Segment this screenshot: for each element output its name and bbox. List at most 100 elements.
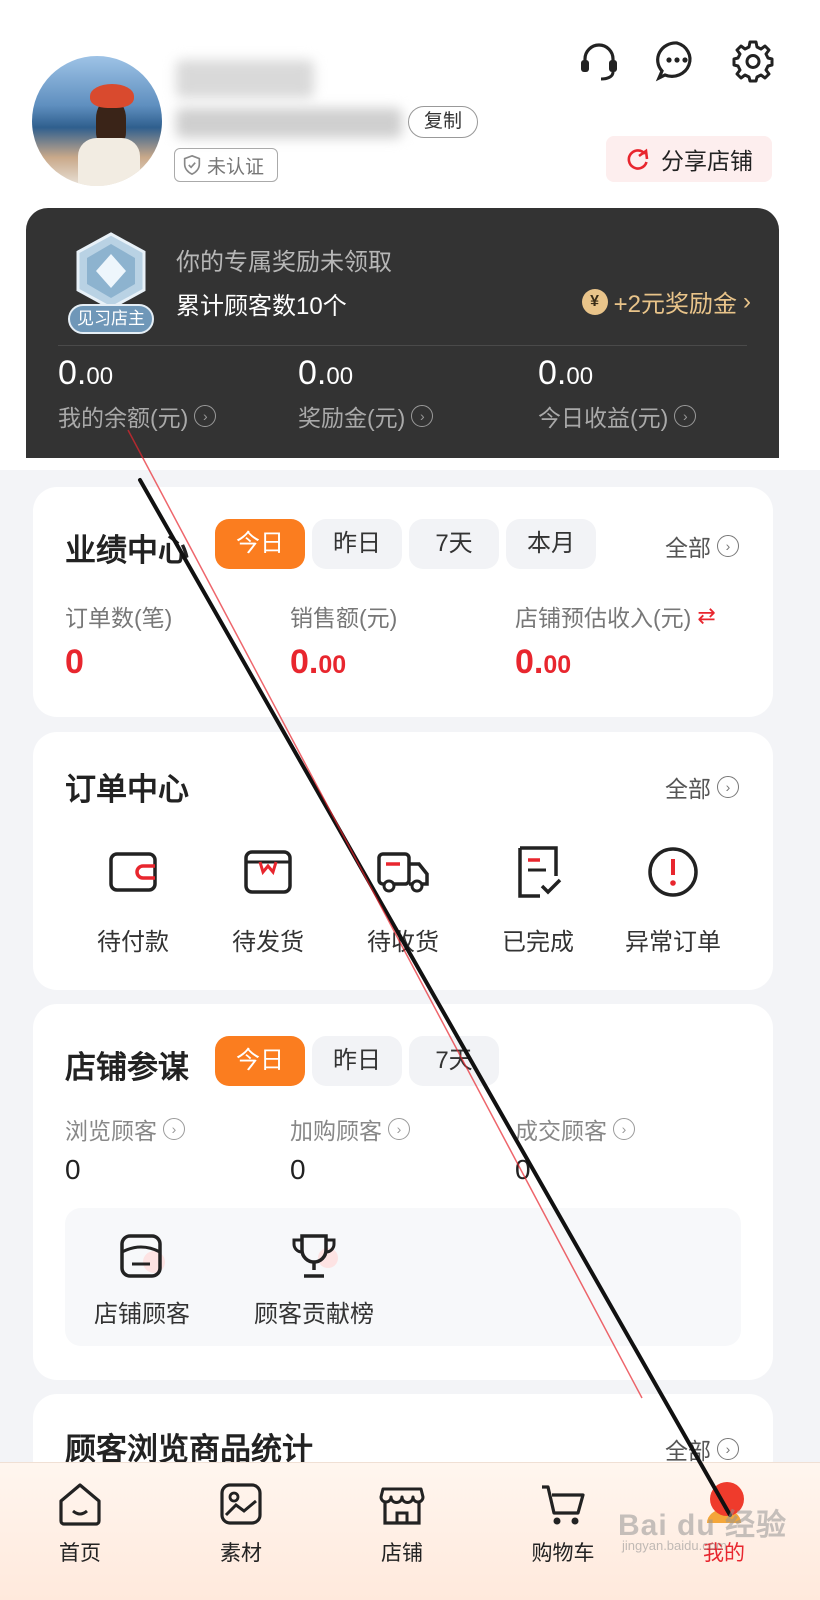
advisor-tab-today[interactable]: 今日 — [215, 1036, 305, 1086]
order-abnormal[interactable]: 异常订单 — [608, 842, 738, 957]
copy-id-button[interactable]: 复制 — [408, 106, 478, 138]
order-pending-payment[interactable]: 待付款 — [68, 842, 198, 957]
chevron-right-icon: › — [163, 1118, 185, 1140]
order-pending-payment-label: 待付款 — [97, 929, 169, 956]
avatar-body — [78, 138, 140, 186]
advisor-tab-yesterday[interactable]: 昨日 — [312, 1036, 402, 1086]
alert-circle-icon — [648, 847, 698, 897]
chevron-right-icon: › — [743, 287, 751, 315]
nav-material[interactable]: 素材 — [181, 1479, 301, 1567]
order-center-title: 订单中心 — [65, 772, 189, 807]
performance-card: 业绩中心 今日 昨日 7天 本月 全部 › 订单数(笔) 销售额(元) 店铺预估收… — [33, 487, 773, 717]
wallet-icon — [109, 852, 157, 892]
reward-subtitle: 你的专属奖励未领取 — [176, 249, 392, 276]
browsing-customers-label[interactable]: 浏览顾客 › — [65, 1112, 185, 1146]
avatar-hat — [90, 84, 134, 108]
chevron-right-icon: › — [717, 535, 739, 557]
yen-coin-icon: ¥ — [581, 288, 608, 315]
order-abnormal-label: 异常订单 — [625, 929, 721, 956]
shopkeeper-medal: 见习店主 — [68, 230, 154, 336]
store-advisor-title: 店铺参谋 — [65, 1050, 189, 1085]
order-pending-shipment-label: 待发货 — [232, 929, 304, 956]
avatar[interactable] — [32, 56, 162, 186]
chevron-right-icon: › — [613, 1118, 635, 1140]
customers-icon — [120, 1234, 165, 1278]
store-customers-shortcut[interactable]: 店铺顾客 — [91, 1228, 193, 1329]
order-center-card: 订单中心 全部 › 待付款 待发货 待收货 已完成 异常订单 — [33, 732, 773, 990]
divider — [58, 345, 747, 346]
browsing-customers-value: 0 — [65, 1154, 81, 1185]
order-count-label: 订单数(笔) — [65, 605, 173, 631]
image-material-icon — [220, 1483, 262, 1525]
store-icon — [379, 1487, 425, 1525]
nav-home[interactable]: 首页 — [20, 1479, 140, 1567]
browse-stats-see-all[interactable]: 全部 › — [665, 1432, 739, 1466]
reward-card[interactable]: 见习店主 你的专属奖励未领取 累计顾客数10个 ¥ +2元奖励金 › 0.00 … — [26, 208, 779, 458]
today-earnings[interactable]: 0.00 今日收益(元) › — [538, 354, 697, 433]
performance-see-all[interactable]: 全部 › — [665, 529, 739, 563]
medal-label: 见习店主 — [68, 304, 154, 334]
nav-home-label: 首页 — [59, 1542, 101, 1565]
bonus-text: +2元奖励金 — [613, 291, 737, 318]
chevron-right-icon: › — [411, 405, 434, 427]
settings-gear-icon[interactable] — [730, 38, 776, 84]
share-store-label: 分享店铺 — [661, 148, 753, 174]
cart-customers-label[interactable]: 加购顾客 › — [290, 1112, 410, 1146]
swap-icon: ⇄ — [697, 603, 716, 628]
share-refresh-icon — [627, 148, 649, 170]
shopping-cart-icon — [542, 1485, 585, 1525]
headset-icon[interactable] — [576, 38, 622, 84]
performance-title: 业绩中心 — [65, 533, 189, 568]
bonus-label: 奖励金(元) › — [298, 399, 434, 433]
verification-badge[interactable]: 未认证 — [174, 148, 278, 182]
customer-contribution-label: 顾客贡献榜 — [254, 1301, 374, 1328]
customer-count-text: 累计顾客数10个 — [176, 293, 347, 320]
completed-receipt-icon — [518, 846, 562, 898]
chevron-right-icon: › — [194, 405, 217, 427]
bonus-link[interactable]: ¥ +2元奖励金 › — [581, 284, 751, 319]
balance-label: 我的余额(元) › — [58, 399, 217, 433]
tab-7-days[interactable]: 7天 — [409, 519, 499, 569]
deal-customers-value: 0 — [515, 1154, 531, 1185]
sales-label: 销售额(元) — [290, 605, 398, 631]
bonus-balance[interactable]: 0.00 奖励金(元) › — [298, 354, 434, 433]
balance-value: 0.00 — [58, 354, 114, 392]
deal-customers-label[interactable]: 成交顾客 › — [515, 1112, 635, 1146]
bonus-value: 0.00 — [298, 354, 354, 392]
my-balance[interactable]: 0.00 我的余额(元) › — [58, 354, 217, 433]
store-customers-label: 店铺顾客 — [94, 1301, 190, 1328]
nav-store[interactable]: 店铺 — [342, 1479, 462, 1567]
order-pending-shipment[interactable]: 待发货 — [203, 842, 333, 957]
package-icon — [244, 850, 292, 894]
order-pending-receipt[interactable]: 待收货 — [338, 842, 468, 957]
shield-check-icon — [183, 154, 201, 176]
chevron-right-icon: › — [717, 776, 739, 798]
home-icon — [59, 1483, 101, 1526]
order-completed-label: 已完成 — [502, 929, 574, 956]
share-store-button[interactable]: 分享店铺 — [606, 136, 772, 182]
chat-bubble-icon[interactable] — [654, 38, 700, 84]
advisor-shortcuts: 店铺顾客 顾客贡献榜 — [65, 1208, 741, 1346]
estimated-income-label[interactable]: 店铺预估收入(元) ⇄ — [515, 599, 716, 633]
blurred-username — [176, 60, 314, 98]
delivery-truck-icon — [377, 852, 429, 893]
order-completed[interactable]: 已完成 — [473, 842, 603, 957]
sales-value: 0.00 — [290, 643, 347, 681]
nav-cart[interactable]: 购物车 — [503, 1479, 623, 1567]
chevron-right-icon: › — [717, 1438, 739, 1460]
tab-today[interactable]: 今日 — [215, 519, 305, 569]
verification-label: 未认证 — [207, 156, 265, 178]
tab-yesterday[interactable]: 昨日 — [312, 519, 402, 569]
order-count-value: 0 — [65, 643, 84, 681]
earnings-value: 0.00 — [538, 354, 594, 392]
customer-contribution-shortcut[interactable]: 顾客贡献榜 — [247, 1228, 381, 1329]
watermark-url: jingyan.baidu.com — [622, 1538, 727, 1553]
earnings-label: 今日收益(元) › — [538, 399, 697, 433]
blurred-user-id — [176, 108, 402, 138]
orders-see-all[interactable]: 全部 › — [665, 770, 739, 804]
chevron-right-icon: › — [674, 405, 697, 427]
tab-this-month[interactable]: 本月 — [506, 519, 596, 569]
advisor-tab-7-days[interactable]: 7天 — [409, 1036, 499, 1086]
nav-material-label: 素材 — [220, 1542, 262, 1565]
store-advisor-card: 店铺参谋 今日 昨日 7天 浏览顾客 › 加购顾客 › 成交顾客 › 0 0 0 店铺… — [33, 1004, 773, 1380]
